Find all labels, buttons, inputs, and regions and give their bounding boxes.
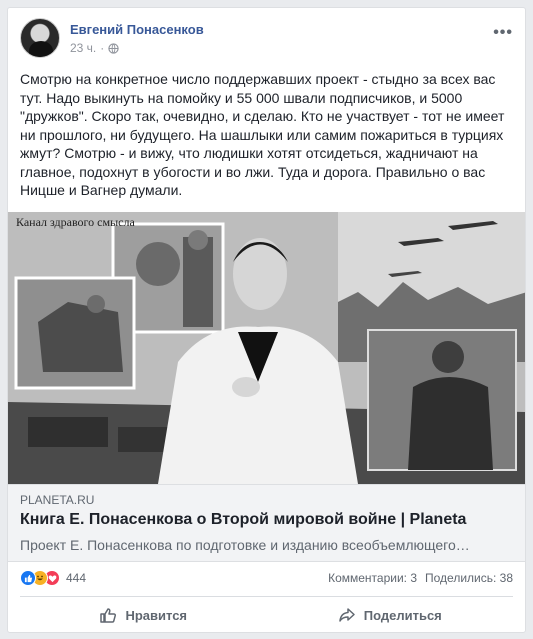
link-description: Проект Е. Понасенкова по подготовке и из… xyxy=(20,537,470,553)
post-stats: 444 Комментарии: 3 Поделились: 38 xyxy=(20,568,513,588)
collage-caption: Канал здравого смысла xyxy=(16,215,135,229)
share-button[interactable]: Поделиться xyxy=(267,598,514,632)
author-name[interactable]: Евгений Понасенков xyxy=(70,22,204,37)
like-button[interactable]: Нравится xyxy=(20,598,267,632)
post-time[interactable]: 23 ч. xyxy=(70,41,96,55)
post-text: Смотрю на конкретное число поддержавших … xyxy=(20,71,505,198)
share-icon xyxy=(338,608,355,622)
post-card: Евгений Понасенков 23 ч. · ••• Смотрю на… xyxy=(7,7,526,633)
like-label: Нравится xyxy=(125,607,188,623)
globe-icon xyxy=(108,42,119,54)
link-domain: PLANETA.RU xyxy=(20,493,95,507)
more-icon[interactable]: ••• xyxy=(493,24,513,42)
divider xyxy=(20,596,513,597)
share-label: Поделиться xyxy=(363,607,442,623)
thumbs-up-icon xyxy=(100,608,117,623)
collage-illustration: Канал здравого смысла xyxy=(8,212,525,484)
shares-count[interactable]: Поделились: 38 xyxy=(425,571,513,585)
reactions-summary[interactable]: 444 xyxy=(20,570,86,586)
avatar[interactable] xyxy=(20,18,60,58)
action-bar: Нравится Поделиться xyxy=(20,598,513,632)
link-title[interactable]: Книга Е. Понасенкова о Второй мировой во… xyxy=(20,511,466,529)
reaction-count: 444 xyxy=(66,571,87,585)
link-info[interactable]: PLANETA.RU Книга Е. Понасенкова о Второй… xyxy=(8,484,525,562)
post-header: Евгений Понасенков 23 ч. · ••• xyxy=(20,18,515,62)
comments-count[interactable]: Комментарии: 3 xyxy=(328,571,417,585)
stats-right: Комментарии: 3 Поделились: 38 xyxy=(328,571,513,585)
post-meta: 23 ч. · xyxy=(70,41,119,55)
like-icon xyxy=(20,570,36,586)
link-preview-image[interactable]: Канал здравого смысла xyxy=(8,212,525,484)
